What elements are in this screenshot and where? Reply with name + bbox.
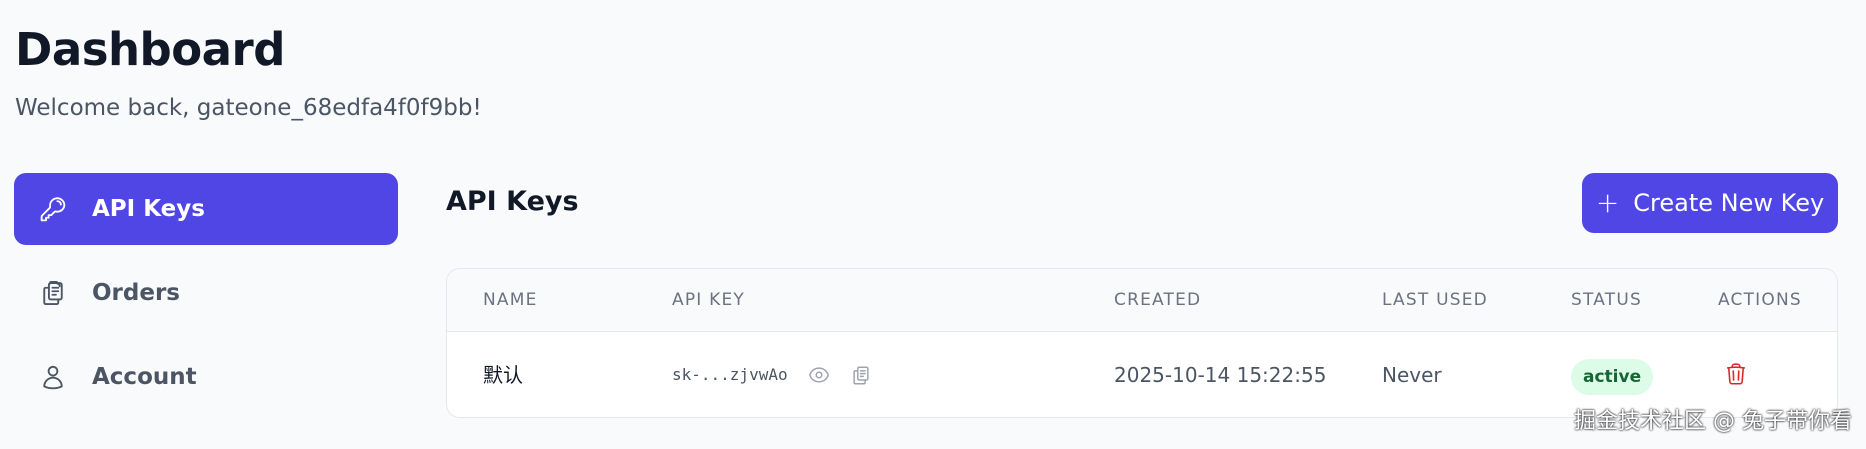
welcome-message: Welcome back, gateone_68edfa4f0f9bb! bbox=[15, 95, 482, 121]
last-used: Never bbox=[1382, 363, 1442, 387]
create-new-key-button[interactable]: + Create New Key bbox=[1582, 173, 1838, 233]
sidebar-item-api-keys[interactable]: API Keys bbox=[14, 173, 398, 245]
column-header-name: NAME bbox=[483, 290, 538, 310]
plus-icon: + bbox=[1595, 186, 1620, 219]
api-key-cell: sk-...zjvwAo bbox=[672, 332, 890, 417]
sidebar-item-label: API Keys bbox=[92, 196, 205, 222]
sidebar-item-account[interactable]: Account bbox=[14, 341, 398, 413]
api-keys-table: NAME API KEY CREATED LAST USED STATUS AC… bbox=[446, 268, 1838, 418]
page-title: Dashboard bbox=[15, 23, 285, 76]
table-header: NAME API KEY CREATED LAST USED STATUS AC… bbox=[447, 269, 1837, 332]
column-header-api-key: API KEY bbox=[672, 290, 745, 310]
clipboard-icon bbox=[38, 278, 68, 308]
status-badge: active bbox=[1571, 358, 1654, 395]
column-header-status: STATUS bbox=[1571, 290, 1642, 310]
sidebar-item-label: Orders bbox=[92, 280, 180, 306]
copy-icon[interactable] bbox=[848, 362, 874, 388]
create-new-key-label: Create New Key bbox=[1633, 189, 1825, 217]
api-key-value: sk-...zjvwAo bbox=[672, 365, 788, 384]
watermark: 掘金技术社区 @ 兔子带你看 bbox=[1574, 409, 1852, 434]
key-name: 默认 bbox=[483, 363, 523, 387]
created-date: 2025-10-14 15:22:55 bbox=[1114, 363, 1327, 387]
user-icon bbox=[38, 362, 68, 392]
page-header: Dashboard Welcome back, gateone_68edfa4f… bbox=[15, 18, 482, 124]
sidebar-item-orders[interactable]: Orders bbox=[14, 257, 398, 329]
column-header-last-used: LAST USED bbox=[1382, 290, 1488, 310]
key-icon bbox=[38, 194, 68, 224]
trash-icon[interactable] bbox=[1724, 362, 1748, 386]
actions-cell bbox=[1724, 332, 1748, 391]
sidebar: API Keys Orders Account bbox=[14, 173, 398, 425]
section-title: API Keys bbox=[446, 186, 579, 217]
sidebar-item-label: Account bbox=[92, 364, 197, 390]
column-header-actions: ACTIONS bbox=[1718, 290, 1802, 310]
eye-icon[interactable] bbox=[806, 362, 832, 388]
column-header-created: CREATED bbox=[1114, 290, 1202, 310]
